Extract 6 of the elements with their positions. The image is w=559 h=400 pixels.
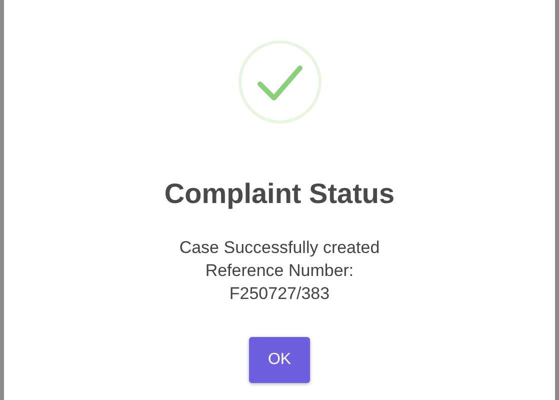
ok-button[interactable]: OK xyxy=(249,337,310,383)
dialog-title: Complaint Status xyxy=(164,177,395,211)
message-line: F250727/383 xyxy=(229,283,330,305)
message-line: Reference Number: xyxy=(205,260,354,282)
success-check-icon xyxy=(238,40,322,124)
message-line: Case Successfully created xyxy=(179,237,380,259)
